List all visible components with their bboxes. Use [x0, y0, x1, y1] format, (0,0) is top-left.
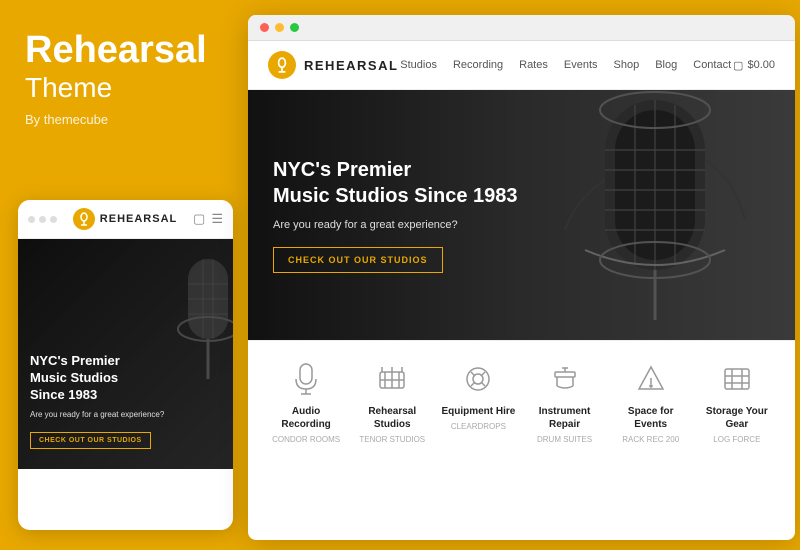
mobile-dot-2 [39, 216, 46, 223]
mobile-hero-title: NYC's PremierMusic StudiosSince 1983 [30, 353, 164, 404]
instrument-repair-icon [547, 361, 583, 397]
hero-mic-svg [515, 90, 795, 340]
audio-recording-icon [288, 361, 324, 397]
cart-icon: ▢ [733, 59, 743, 72]
mobile-mic-svg [168, 249, 233, 409]
site-cta-button[interactable]: CHECK OUT OUR STUDIOS [273, 247, 443, 273]
site-features: Audio Recording CONDOR ROOMS Rehearsal S… [248, 340, 795, 459]
nav-studios[interactable]: Studios [400, 59, 437, 71]
mobile-menu-icon: ☰ [211, 211, 223, 227]
site-logo-text: REHEARSAL [304, 58, 398, 73]
site-hero: NYC's Premier Music Studios Since 1983 A… [248, 90, 795, 340]
theme-title-block: Rehearsal Theme By themecube [25, 30, 223, 127]
nav-contact[interactable]: Contact [693, 59, 731, 71]
audio-recording-title: Audio Recording [266, 405, 346, 431]
feature-equipment-hire: Equipment Hire CLEARDROPS [438, 361, 518, 431]
feature-audio-recording: Audio Recording CONDOR ROOMS [266, 361, 346, 444]
site-nav-links: Studios Recording Rates Events Shop Blog… [400, 59, 731, 71]
cart-amount: $0.00 [747, 59, 775, 71]
theme-name: Rehearsal [25, 30, 223, 72]
feature-rehearsal-studios: Rehearsal Studios TENOR STUDIOS [352, 361, 432, 444]
equipment-hire-icon [460, 361, 496, 397]
theme-word: Theme [25, 72, 223, 104]
mobile-logo: REHEARSAL [73, 208, 177, 230]
site-navbar: REHEARSAL Studios Recording Rates Events… [248, 41, 795, 90]
feature-storage-gear: Storage Your Gear LOG FORCE [697, 361, 777, 444]
rehearsal-studios-title: Rehearsal Studios [352, 405, 432, 431]
mobile-hero-content: NYC's PremierMusic StudiosSince 1983 Are… [30, 353, 164, 449]
audio-recording-sub: CONDOR ROOMS [272, 435, 340, 444]
feature-instrument-repair: Instrument Repair DRUM SUITES [525, 361, 605, 444]
mobile-hero-sub: Are you ready for a great experience? [30, 410, 164, 419]
nav-events[interactable]: Events [564, 59, 598, 71]
mobile-nav-icons: ▢ ☰ [193, 211, 223, 227]
mobile-logo-text: REHEARSAL [100, 213, 177, 225]
storage-gear-icon [719, 361, 755, 397]
browser-maximize-dot [290, 23, 299, 32]
instrument-repair-title: Instrument Repair [525, 405, 605, 431]
hero-title-line1: NYC's Premier [273, 159, 411, 181]
browser-close-dot [260, 23, 269, 32]
site-logo-icon [268, 51, 296, 79]
instrument-repair-sub: DRUM SUITES [537, 435, 592, 444]
mobile-cart-icon: ▢ [193, 211, 205, 227]
nav-rates[interactable]: Rates [519, 59, 548, 71]
browser-chrome [248, 15, 795, 41]
space-for-events-sub: RACK REC 200 [622, 435, 679, 444]
mobile-card-header: REHEARSAL ▢ ☰ [18, 200, 233, 239]
hero-title-line2: Music Studios Since 1983 [273, 185, 518, 207]
space-for-events-icon [633, 361, 669, 397]
rehearsal-studios-icon [374, 361, 410, 397]
mobile-dot-3 [50, 216, 57, 223]
browser-window: REHEARSAL Studios Recording Rates Events… [248, 15, 795, 540]
browser-minimize-dot [275, 23, 284, 32]
nav-recording[interactable]: Recording [453, 59, 503, 71]
equipment-hire-title: Equipment Hire [441, 405, 515, 418]
mobile-dots [28, 216, 57, 223]
nav-blog[interactable]: Blog [655, 59, 677, 71]
space-for-events-title: Space for Events [611, 405, 691, 431]
mobile-logo-icon [73, 208, 95, 230]
mobile-hero: NYC's PremierMusic StudiosSince 1983 Are… [18, 239, 233, 469]
storage-gear-sub: LOG FORCE [713, 435, 760, 444]
site-hero-sub: Are you ready for a great experience? [273, 219, 518, 231]
rehearsal-studios-sub: TENOR STUDIOS [359, 435, 425, 444]
site-hero-content: NYC's Premier Music Studios Since 1983 A… [273, 157, 518, 273]
left-panel: Rehearsal Theme By themecube REHEARSAL [0, 0, 248, 550]
site-hero-title: NYC's Premier Music Studios Since 1983 [273, 157, 518, 209]
equipment-hire-sub: CLEARDROPS [451, 422, 506, 431]
mobile-dot-1 [28, 216, 35, 223]
feature-space-for-events: Space for Events RACK REC 200 [611, 361, 691, 444]
storage-gear-title: Storage Your Gear [697, 405, 777, 431]
mobile-cta-button[interactable]: CHECK OUT OUR STUDIOS [30, 432, 151, 449]
nav-shop[interactable]: Shop [614, 59, 640, 71]
site-cart[interactable]: ▢ $0.00 [733, 59, 775, 72]
mobile-preview-card: REHEARSAL ▢ ☰ [18, 200, 233, 530]
theme-author: By themecube [25, 112, 223, 127]
site-logo: REHEARSAL [268, 51, 398, 79]
